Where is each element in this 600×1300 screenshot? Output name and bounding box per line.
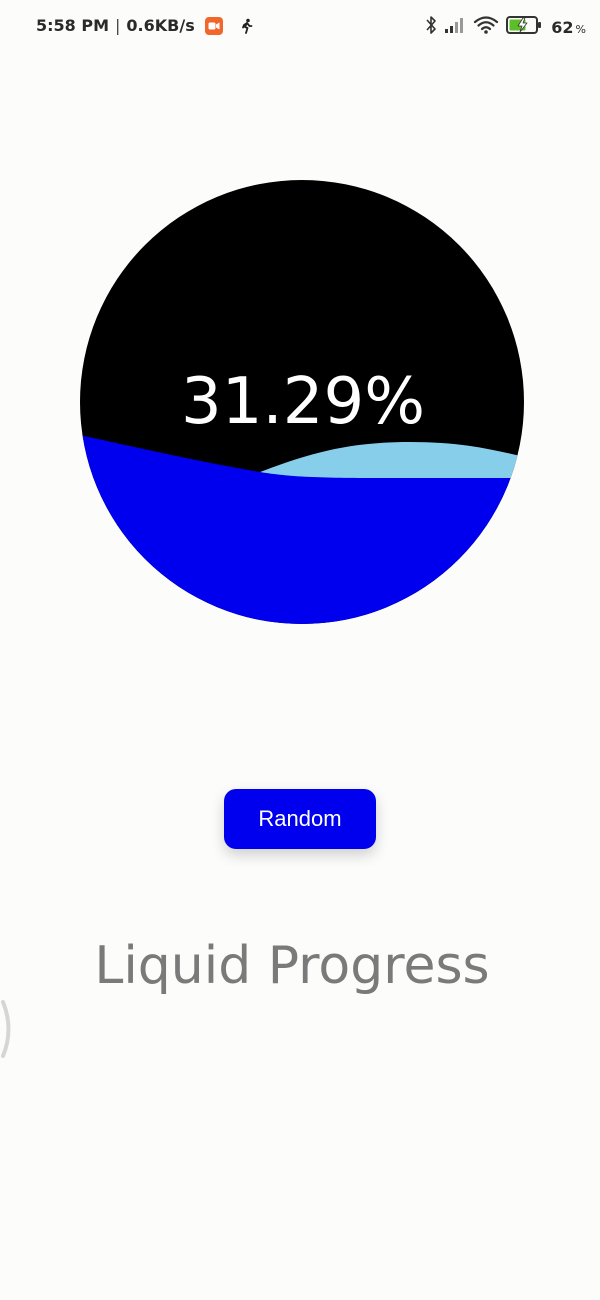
status-bar: 5:58 PM | 0.6KB/s 62 % [0,0,600,56]
status-separator: | [115,16,121,35]
battery-unit: % [575,23,586,36]
battery-charging-icon [506,15,544,40]
screen-record-icon [204,16,223,35]
network-speed: 0.6KB/s [126,16,195,35]
battery-percentage: 62% [551,18,586,37]
page-title: Liquid Progress [94,936,490,996]
status-right: 62% [425,15,586,40]
progress-percentage: 31.29% [180,365,426,439]
wifi-icon [473,15,499,40]
liquid-progress-indicator: 31.29% [80,180,524,624]
signal-icon [444,16,466,39]
status-time: 5:58 PM [36,16,110,35]
walking-person-icon [241,18,253,34]
status-left: 5:58 PM | 0.6KB/s [36,16,253,35]
back-gesture-indicator[interactable] [0,998,16,1060]
battery-level: 62 [551,18,574,37]
bluetooth-icon [425,15,437,40]
random-button[interactable]: Random [224,789,376,849]
